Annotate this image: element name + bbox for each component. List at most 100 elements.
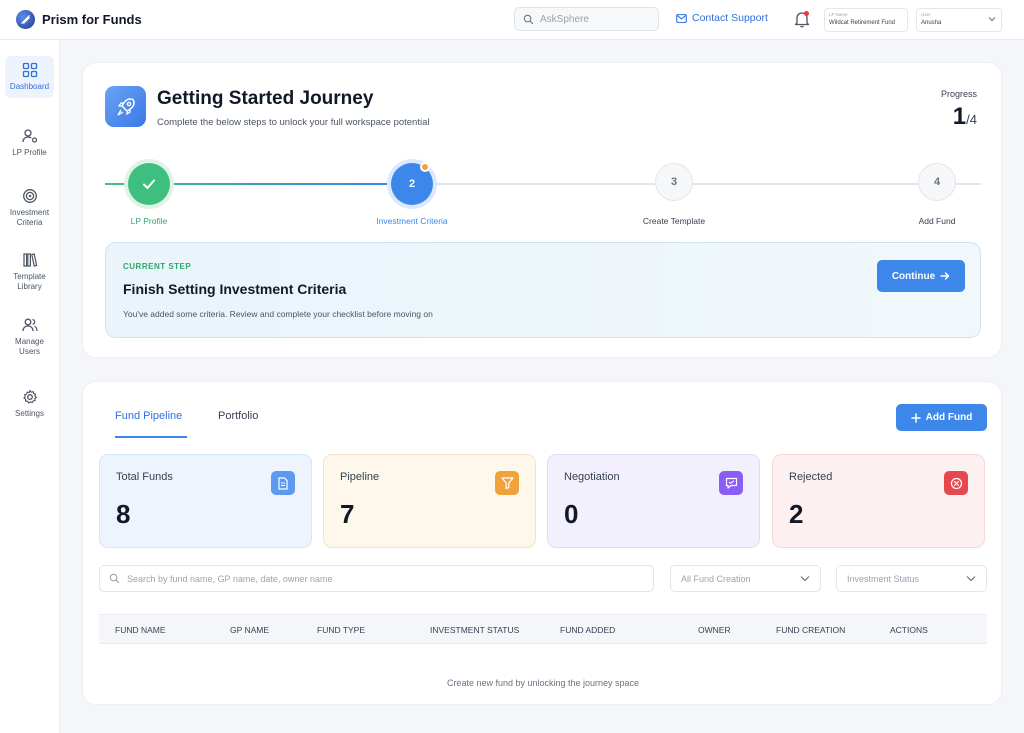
user-settings-icon	[21, 129, 37, 143]
step-2-alert-badge	[420, 162, 430, 172]
stat-card-negotiation[interactable]: Negotiation 0	[547, 454, 760, 548]
target-icon	[22, 189, 37, 203]
plus-icon	[910, 412, 921, 423]
current-step-title: Finish Setting Investment Criteria	[123, 281, 347, 297]
progress-total: /4	[966, 112, 977, 127]
stat-card-total-funds[interactable]: Total Funds 8	[99, 454, 312, 548]
stat-card-rejected[interactable]: Rejected 2	[772, 454, 985, 548]
current-step-panel: CURRENT STEP Finish Setting Investment C…	[105, 242, 981, 338]
chat-handshake-icon	[719, 471, 743, 495]
page-subtitle: Complete the below steps to unlock your …	[157, 117, 430, 128]
column-header[interactable]: GP NAME	[230, 625, 269, 635]
check-icon	[143, 179, 155, 189]
notifications-button[interactable]	[794, 10, 810, 28]
current-step-tag: CURRENT STEP	[123, 262, 192, 271]
sidebar-item-label: Manage Users	[15, 337, 44, 356]
user-selector[interactable]: User Anusha	[916, 8, 1002, 32]
column-header[interactable]: FUND NAME	[115, 625, 166, 635]
sidebar-item-settings[interactable]: Settings	[5, 383, 54, 425]
search-icon	[523, 14, 534, 24]
arrow-right-icon	[940, 272, 950, 280]
stat-label: Rejected	[789, 471, 833, 483]
stat-value: 0	[564, 499, 579, 529]
investment-status-filter[interactable]: Investment Status	[836, 565, 987, 592]
mail-icon	[676, 13, 687, 23]
chevron-down-icon	[966, 576, 976, 582]
stat-value: 2	[789, 499, 804, 529]
progress-value: 1/4	[953, 103, 977, 131]
fund-search-placeholder: Search by fund name, GP name, date, owne…	[127, 573, 333, 584]
grid-icon	[22, 62, 37, 78]
column-header[interactable]: ACTIONS	[890, 625, 928, 635]
sidebar-item-label: LP Profile	[12, 148, 47, 157]
contact-support-link[interactable]: Contact Support	[676, 12, 768, 24]
column-header[interactable]: FUND CREATION	[776, 625, 845, 635]
stat-label: Pipeline	[340, 471, 380, 483]
asksphere-search-input[interactable]: AskSphere	[514, 7, 659, 31]
column-header[interactable]: INVESTMENT STATUS	[430, 625, 519, 635]
contact-support-label: Contact Support	[692, 12, 768, 24]
add-fund-button[interactable]: Add Fund	[896, 404, 987, 431]
sidebar: Dashboard LP Profile Investment Criteria…	[0, 40, 60, 733]
stat-card-pipeline[interactable]: Pipeline 7	[323, 454, 536, 548]
fund-search-input[interactable]: Search by fund name, GP name, date, owne…	[99, 565, 654, 592]
brand-name: Prism for Funds	[42, 12, 142, 27]
step-3-circle[interactable]: 3	[655, 163, 693, 201]
stat-value: 8	[116, 499, 131, 529]
tab-fund-pipeline[interactable]: Fund Pipeline	[115, 410, 182, 422]
search-placeholder: AskSphere	[540, 13, 589, 25]
fund-creation-filter[interactable]: All Fund Creation	[670, 565, 821, 592]
sidebar-item-investment-criteria[interactable]: Investment Criteria	[5, 182, 54, 234]
gear-icon	[22, 389, 37, 404]
empty-table-message: Create new fund by unlocking the journey…	[446, 678, 640, 688]
step-4-circle[interactable]: 4	[918, 163, 956, 201]
page-title: Getting Started Journey	[157, 88, 374, 109]
sidebar-item-label: Investment Criteria	[9, 208, 50, 227]
add-fund-label: Add Fund	[925, 412, 973, 423]
sidebar-item-lp-profile[interactable]: LP Profile	[5, 122, 54, 164]
chevron-down-icon	[988, 17, 996, 22]
stat-label: Total Funds	[116, 471, 173, 483]
brand-logo-icon	[16, 10, 35, 29]
column-header[interactable]: OWNER	[698, 625, 731, 635]
column-header[interactable]: FUND ADDED	[560, 625, 615, 635]
sidebar-item-label: Dashboard	[9, 82, 50, 91]
progress-label: Progress	[940, 89, 977, 99]
funds-table-header: FUND NAME GP NAME FUND TYPE INVESTMENT S…	[99, 614, 987, 644]
notification-dot	[804, 11, 809, 16]
active-tab-underline	[115, 436, 187, 438]
books-icon	[22, 253, 37, 267]
step-3-label: Create Template	[642, 216, 706, 226]
investment-status-filter-label: Investment Status	[847, 573, 920, 584]
user-label: User	[921, 12, 931, 17]
users-icon	[21, 318, 38, 332]
current-step-description: You've added some criteria. Review and c…	[123, 309, 433, 319]
document-icon	[271, 471, 295, 495]
continue-label: Continue	[891, 270, 936, 282]
continue-button[interactable]: Continue	[877, 260, 965, 292]
sidebar-item-manage-users[interactable]: Manage Users	[5, 311, 54, 363]
sidebar-item-label: Template Library	[13, 272, 46, 291]
step-4-label: Add Fund	[918, 216, 956, 226]
filter-icon	[495, 471, 519, 495]
lp-selector[interactable]: LP Name Wildcat Retirement Fund	[824, 8, 908, 32]
lp-value: Wildcat Retirement Fund	[829, 20, 896, 26]
user-value: Anusha	[921, 20, 942, 26]
step-1-label: LP Profile	[130, 216, 168, 226]
fund-creation-filter-label: All Fund Creation	[681, 573, 751, 584]
sidebar-item-label: Settings	[15, 409, 44, 418]
sidebar-item-template-library[interactable]: Template Library	[5, 246, 54, 298]
close-circle-icon	[944, 471, 968, 495]
progress-current: 1	[952, 103, 967, 130]
lp-label: LP Name	[829, 12, 848, 17]
tab-portfolio[interactable]: Portfolio	[218, 410, 258, 422]
step-1-circle[interactable]	[128, 163, 170, 205]
rocket-icon	[105, 86, 146, 127]
chevron-down-icon	[800, 576, 810, 582]
column-header[interactable]: FUND TYPE	[317, 625, 365, 635]
brand[interactable]: Prism for Funds	[16, 10, 142, 29]
top-bar: Prism for Funds AskSphere Contact Suppor…	[0, 0, 1024, 40]
fund-pipeline-card: Fund Pipeline Portfolio Add Fund Total F…	[82, 381, 1002, 705]
stat-value: 7	[340, 499, 355, 529]
sidebar-item-dashboard[interactable]: Dashboard	[5, 56, 54, 98]
